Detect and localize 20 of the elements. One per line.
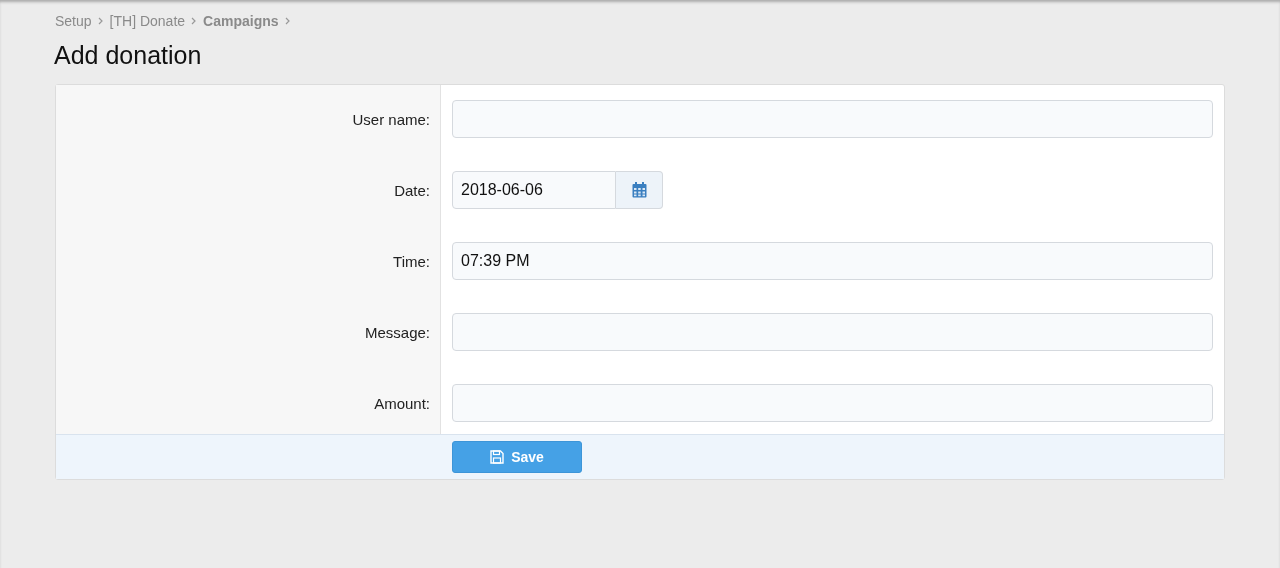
field-label: Amount: — [374, 395, 430, 412]
date-field[interactable]: 2018-06-06 — [452, 171, 616, 209]
field-label: Date: — [394, 182, 430, 199]
field-label: Time: — [393, 253, 430, 270]
calendar-button[interactable] — [616, 171, 663, 209]
chevron-icon — [284, 17, 290, 25]
breadcrumb-link[interactable]: Campaigns — [203, 13, 279, 29]
calendar-icon — [631, 182, 647, 198]
field-label: User name: — [352, 111, 430, 128]
chevron-icon — [191, 17, 197, 25]
input-field[interactable] — [452, 384, 1213, 422]
input-field[interactable] — [452, 100, 1213, 138]
breadcrumb-link[interactable]: Setup — [55, 13, 92, 29]
input-field[interactable] — [452, 313, 1213, 351]
save-button[interactable]: Save — [452, 441, 582, 473]
chevron-icon — [97, 17, 103, 25]
page-title: Add donation — [54, 41, 203, 70]
breadcrumb-link[interactable]: [TH] Donate — [109, 13, 186, 29]
input-field[interactable]: 07:39 PM — [452, 242, 1213, 280]
field-label: Message: — [364, 324, 430, 341]
